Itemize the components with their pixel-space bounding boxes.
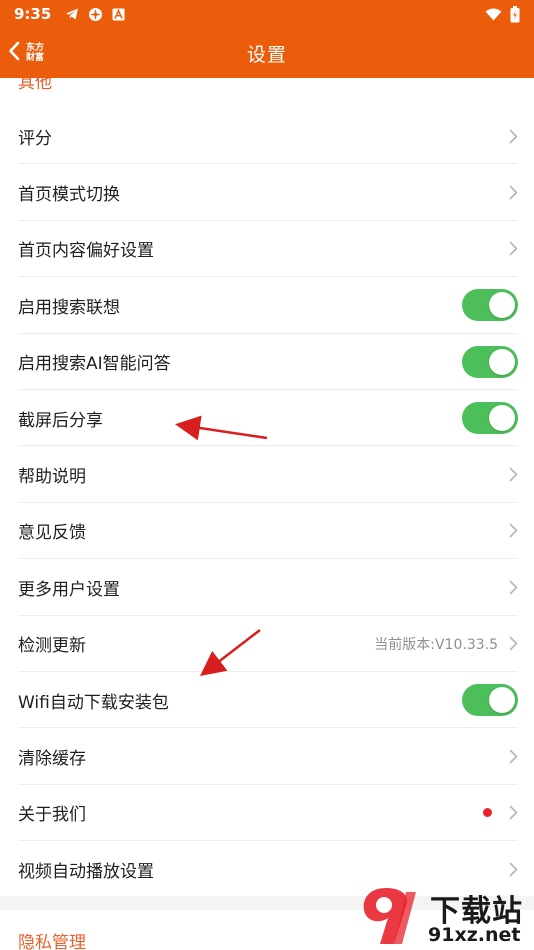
watermark-url: 91xz.net	[428, 924, 521, 946]
settings-screen: 9:35 设置 东方 财富 其他 评分 首页模式切换 首页内容偏好设置 启用搜索…	[0, 0, 534, 950]
font-app-icon	[112, 8, 125, 21]
chevron-right-icon	[508, 636, 518, 652]
row-label: 启用搜索联想	[18, 297, 120, 318]
toggle-knob	[489, 687, 515, 714]
row-accessory	[462, 684, 518, 717]
row-accessory	[508, 185, 518, 201]
settings-row-1[interactable]: 评分	[0, 108, 534, 165]
settings-row-11[interactable]: Wifi自动下载安装包	[0, 672, 534, 729]
row-label: 清除缓存	[18, 748, 86, 769]
toggle-switch[interactable]	[462, 402, 518, 435]
logo-line1: 东方	[26, 43, 45, 53]
row-label: 关于我们	[18, 805, 86, 826]
toggle-switch[interactable]	[462, 684, 518, 717]
status-bar: 9:35	[0, 0, 534, 28]
settings-row-7[interactable]: 帮助说明	[0, 446, 534, 504]
chevron-right-icon	[508, 579, 518, 595]
row-accessory	[508, 748, 518, 764]
watermark-logo-icon	[363, 888, 416, 944]
row-accessory	[508, 579, 518, 595]
row-label: Wifi自动下载安装包	[18, 692, 169, 713]
battery-icon	[510, 5, 520, 23]
row-accessory	[508, 523, 518, 539]
row-accessory	[462, 345, 518, 378]
row-accessory	[508, 128, 518, 144]
settings-row-12[interactable]: 清除缓存	[0, 728, 534, 786]
chevron-right-icon	[508, 523, 518, 539]
chevron-right-icon	[508, 861, 518, 877]
network-icon	[88, 7, 103, 22]
settings-row-8[interactable]: 意见反馈	[0, 503, 534, 560]
toggle-knob	[489, 405, 515, 432]
row-label: 首页内容偏好设置	[18, 241, 154, 262]
section-header-privacy: 隐私管理	[18, 933, 86, 950]
status-icons-right	[485, 5, 520, 23]
settings-row-6[interactable]: 截屏后分享	[0, 390, 534, 447]
chevron-left-icon	[8, 41, 20, 65]
settings-row-3[interactable]: 首页内容偏好设置	[0, 221, 534, 278]
chevron-right-icon	[508, 467, 518, 483]
row-label: 首页模式切换	[18, 185, 120, 206]
settings-row-9[interactable]: 更多用户设置	[0, 559, 534, 616]
watermark: 下载站 91xz.net	[358, 884, 534, 950]
chevron-right-icon	[508, 748, 518, 764]
settings-list: 评分首页模式切换首页内容偏好设置 启用搜索联想启用搜索AI智能问答 截屏后分享帮助说…	[0, 108, 534, 898]
row-label: 意见反馈	[18, 523, 86, 544]
back-button[interactable]: 东方 财富	[8, 28, 68, 78]
settings-row-5[interactable]: 启用搜索AI智能问答	[0, 334, 534, 391]
row-label: 帮助说明	[18, 467, 86, 488]
app-logo: 东方 财富	[26, 43, 44, 63]
chevron-right-icon	[508, 128, 518, 144]
status-time: 9:35	[14, 5, 52, 23]
chevron-right-icon	[508, 241, 518, 257]
row-label: 视频自动播放设置	[18, 861, 154, 882]
wifi-icon	[485, 8, 502, 21]
version-text: 当前版本:V10.33.5	[374, 636, 498, 653]
settings-list-container[interactable]: 其他 评分首页模式切换首页内容偏好设置 启用搜索联想启用搜索AI智能问答 截屏后分享…	[0, 78, 534, 950]
settings-row-2[interactable]: 首页模式切换	[0, 164, 534, 222]
toggle-switch[interactable]	[462, 289, 518, 322]
row-label: 更多用户设置	[18, 579, 120, 600]
title-bar: 设置 东方 财富	[0, 28, 534, 78]
settings-row-13[interactable]: 关于我们	[0, 785, 534, 842]
row-accessory	[462, 402, 518, 435]
telegram-icon	[65, 7, 79, 21]
settings-row-10[interactable]: 检测更新 当前版本:V10.33.5	[0, 616, 534, 673]
row-accessory	[483, 805, 518, 821]
toggle-knob	[489, 348, 515, 375]
row-accessory	[508, 241, 518, 257]
section-header-other: 其他	[18, 78, 52, 93]
row-label: 检测更新	[18, 636, 86, 657]
logo-line2: 财富	[26, 53, 45, 63]
row-accessory: 当前版本:V10.33.5	[374, 634, 518, 654]
row-accessory	[508, 467, 518, 483]
toggle-switch[interactable]	[462, 345, 518, 378]
row-label: 启用搜索AI智能问答	[18, 354, 171, 375]
chevron-right-icon	[508, 185, 518, 201]
row-label: 评分	[18, 128, 52, 149]
notification-dot-icon	[483, 808, 492, 818]
status-icons-left	[65, 7, 125, 22]
chevron-right-icon	[508, 805, 518, 821]
toggle-knob	[489, 292, 515, 319]
row-accessory	[508, 861, 518, 877]
page-title: 设置	[246, 43, 287, 66]
settings-row-4[interactable]: 启用搜索联想	[0, 277, 534, 334]
row-accessory	[462, 289, 518, 322]
row-label: 截屏后分享	[18, 410, 103, 431]
